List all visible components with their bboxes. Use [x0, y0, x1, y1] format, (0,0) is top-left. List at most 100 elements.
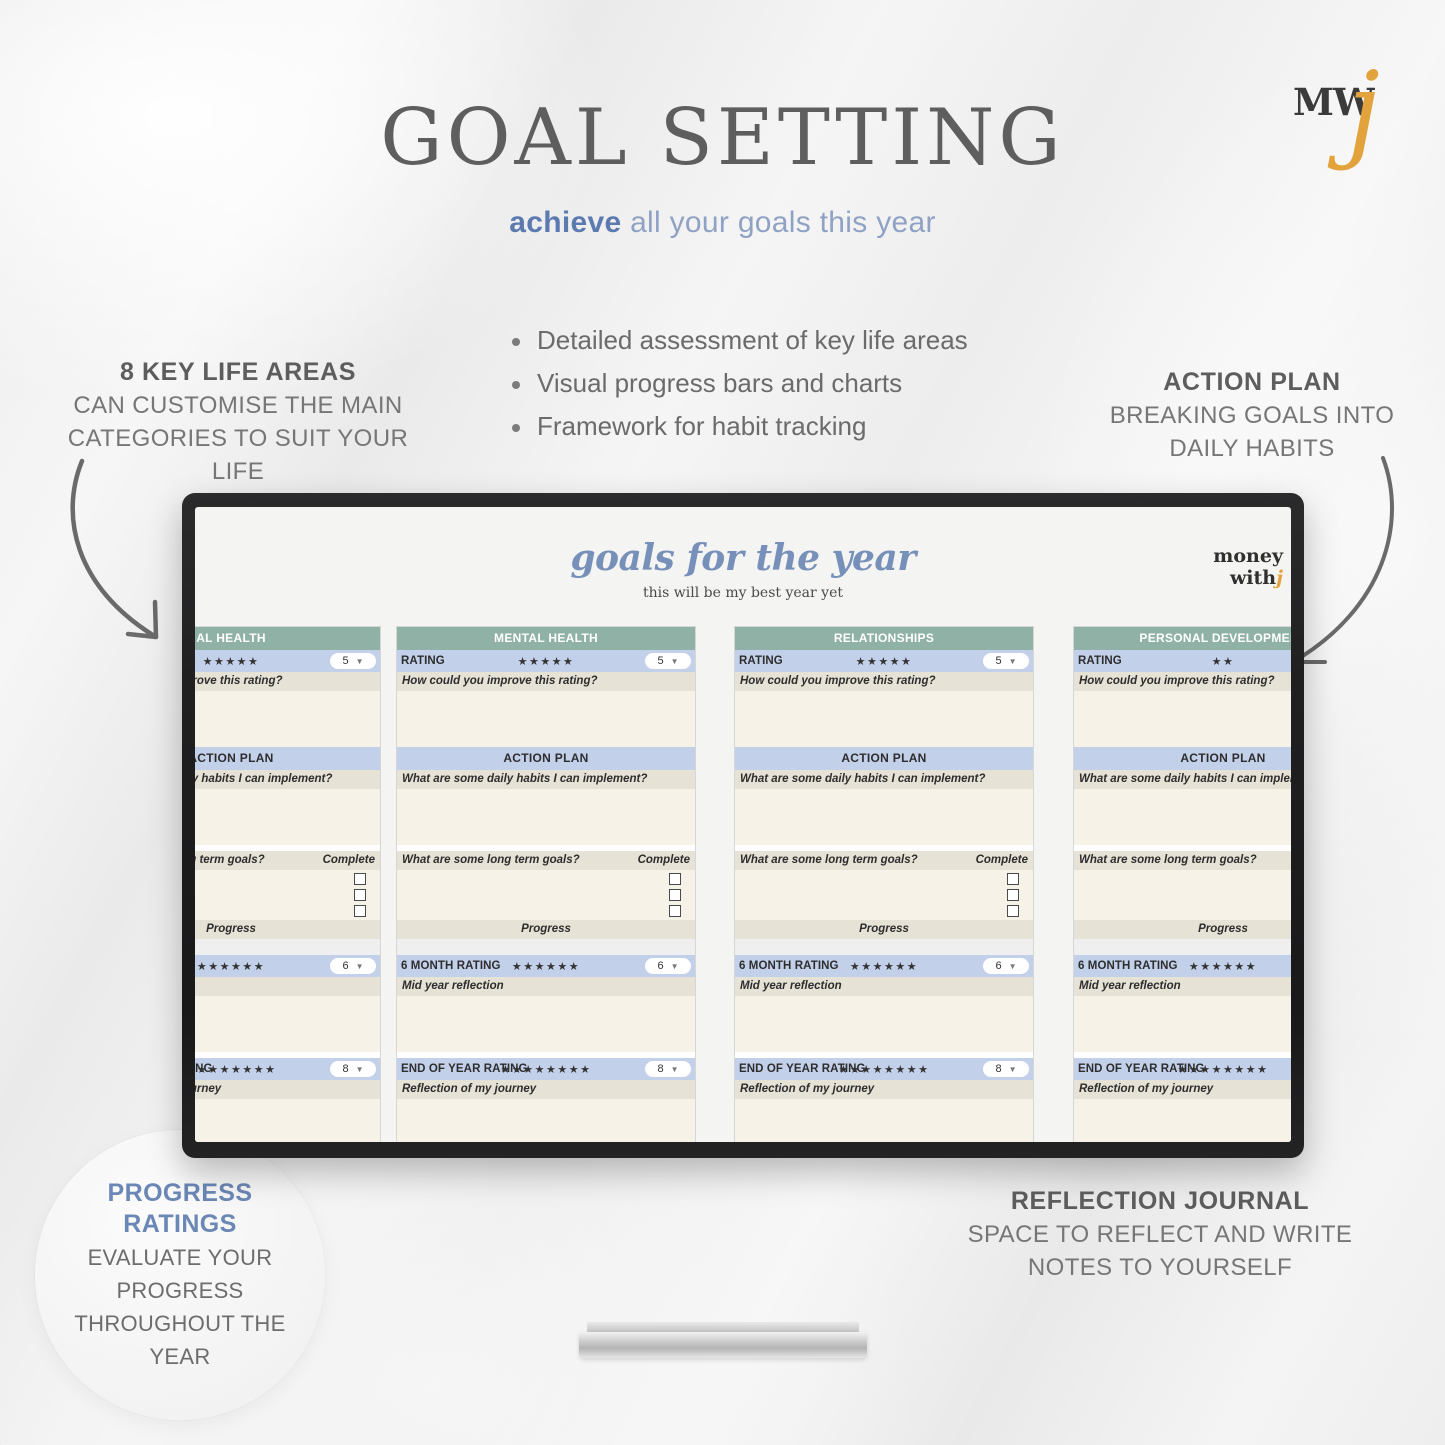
six-month-rating-row: 6 MONTH RATING★★★★★★6▼: [735, 955, 1033, 977]
rating-dropdown[interactable]: 8 ▼: [645, 1061, 691, 1077]
progress-bar: [1074, 939, 1291, 955]
rating-value: 5: [657, 655, 664, 667]
end-of-year-rating-stars: ★★★★★★★★: [1177, 1063, 1269, 1076]
end-of-year-rating-row: END OF YEAR RATING ★★★★★★★★: [1074, 1058, 1291, 1080]
progress-bar: [735, 939, 1033, 955]
rating-row: RATING ★★: [1074, 650, 1291, 672]
circle-body-line-4: YEAR: [149, 1344, 211, 1369]
rating-dropdown[interactable]: 6 ▼: [983, 958, 1029, 974]
six-month-rating-stars: ★★★★★★: [196, 960, 266, 973]
daily-habits-answer-area[interactable]: [397, 789, 695, 845]
mid-year-reflection-label: Mid year reflection: [397, 977, 695, 996]
circle-heading-line-2: RATINGS: [123, 1210, 237, 1238]
logo-script-j: j: [1347, 49, 1380, 172]
checkbox[interactable]: [669, 889, 681, 901]
daily-habits-answer-area[interactable]: [735, 789, 1033, 845]
circle-heading-line-1: PROGRESS: [107, 1179, 253, 1207]
six-month-rating-label: 6 MONTH RATING: [1078, 960, 1178, 972]
checkbox[interactable]: [669, 905, 681, 917]
goal-card: MENTAL HEALTH RATING ★★★★★ 5 ▼ How could you …: [396, 626, 696, 1142]
checkbox[interactable]: [669, 873, 681, 885]
rating-label: RATING: [739, 655, 783, 667]
journey-reflection-area[interactable]: [1074, 1099, 1291, 1142]
list-item: Visual progress bars and charts: [505, 367, 1105, 400]
monitor-stand-base: [578, 1332, 867, 1358]
improve-answer-area[interactable]: [1074, 691, 1291, 747]
long-term-goals-question: What are some long term goals?Complete: [397, 851, 695, 870]
monitor: goals for the year this will be my best …: [182, 493, 1304, 1158]
long-term-goals-question: What are some long term goals?Complete: [1074, 851, 1291, 870]
card-header: PERSONAL DEVELOPMENT: [1074, 627, 1291, 650]
annotation-line-1: CAN CUSTOMISE THE MAIN: [73, 392, 403, 419]
complete-column-header: Complete: [637, 854, 690, 866]
list-item: Framework for habit tracking: [505, 410, 1105, 443]
daily-habits-question: What are some daily habits I can impleme…: [195, 770, 380, 789]
mid-year-reflection-area[interactable]: [195, 996, 380, 1052]
rating-dropdown[interactable]: 8 ▼: [330, 1061, 376, 1077]
long-term-goals-area[interactable]: [735, 870, 1033, 920]
checkbox[interactable]: [1007, 873, 1019, 885]
six-month-rating-label: 6 MONTH RATING: [739, 960, 839, 972]
progress-label: Progress: [195, 920, 380, 939]
page-root: GOAL SETTING achieve all your goals this…: [0, 0, 1445, 1445]
improve-question: How could you improve this rating?: [195, 672, 380, 691]
six-month-rating-row: 6 MONTH RATING★★★★★★6▼: [195, 955, 380, 977]
annotation-line-2: NOTES TO YOURSELF: [1027, 1254, 1293, 1281]
end-of-year-rating-stars: ★★★★★★★★: [838, 1063, 930, 1076]
mid-year-reflection-area[interactable]: [735, 996, 1033, 1052]
annotation-progress-ratings: PROGRESS RATINGS EVALUATE YOUR PROGRESS …: [35, 1130, 325, 1420]
annotation-reflection-journal: REFLECTION JOURNAL SPACE TO REFLECT AND …: [960, 1184, 1360, 1284]
rating-dropdown[interactable]: 5 ▼: [330, 653, 376, 669]
improve-answer-area[interactable]: [735, 691, 1033, 747]
rating-dropdown[interactable]: 6 ▼: [330, 958, 376, 974]
goal-card: RELATIONSHIPS RATING ★★★★★ 5 ▼ How could you …: [734, 626, 1034, 1142]
daily-habits-question: What are some daily habits I can impleme…: [397, 770, 695, 789]
journey-reflection-area[interactable]: [195, 1099, 380, 1142]
checkbox[interactable]: [1007, 905, 1019, 917]
rating-dropdown[interactable]: 5 ▼: [645, 653, 691, 669]
complete-column-header: Complete: [975, 854, 1028, 866]
journey-reflection-area[interactable]: [397, 1099, 695, 1142]
long-term-goals-question: What are some long term goals?Complete: [195, 851, 380, 870]
long-term-goals-area[interactable]: [397, 870, 695, 920]
long-term-goals-area[interactable]: [1074, 870, 1291, 920]
mid-year-reflection-area[interactable]: [397, 996, 695, 1052]
rating-dropdown[interactable]: 8 ▼: [983, 1061, 1029, 1077]
long-term-goals-area[interactable]: [195, 870, 380, 920]
circle-body-line-2: PROGRESS: [116, 1278, 244, 1303]
annotation-heading: 8 KEY LIFE AREAS: [119, 358, 357, 386]
progress-label: Progress: [397, 920, 695, 939]
rating-dropdown[interactable]: 5 ▼: [983, 653, 1029, 669]
annotation-line-1: BREAKING GOALS INTO: [1109, 402, 1395, 429]
rating-dropdown[interactable]: 6 ▼: [645, 958, 691, 974]
end-of-year-rating-row: END OF YEAR RATING★★★★★★★★8▼: [195, 1058, 380, 1080]
list-item: Detailed assessment of key life areas: [505, 324, 1105, 357]
checkbox[interactable]: [354, 889, 366, 901]
checkbox[interactable]: [1007, 889, 1019, 901]
mid-year-reflection-area[interactable]: [1074, 996, 1291, 1052]
chevron-down-icon: ▼: [670, 656, 679, 666]
curved-arrow-left-icon: [70, 458, 159, 640]
brand-logo: MW j: [1285, 49, 1405, 172]
chevron-down-icon: ▼: [1008, 1064, 1017, 1074]
improve-answer-area[interactable]: [195, 691, 380, 747]
improve-question: How could you improve this rating?: [735, 672, 1033, 691]
rating-row: RATING★★★★★5▼: [397, 650, 695, 672]
checkbox[interactable]: [354, 873, 366, 885]
action-plan-header: ACTION PLAN: [397, 747, 695, 770]
daily-habits-answer-area[interactable]: [195, 789, 380, 845]
rating-stars: ★★★★★: [202, 655, 260, 668]
checkbox[interactable]: [354, 905, 366, 917]
progress-label: Progress: [1074, 920, 1291, 939]
rating-value: 8: [342, 1063, 349, 1075]
progress-bar: [195, 939, 380, 955]
journey-reflection-label: Reflection of my journey: [735, 1080, 1033, 1099]
annotation-heading: REFLECTION JOURNAL: [1010, 1187, 1310, 1215]
journey-reflection-area[interactable]: [735, 1099, 1033, 1142]
improve-answer-area[interactable]: [397, 691, 695, 747]
mid-year-reflection-label: Mid year reflection: [195, 977, 380, 996]
end-of-year-rating-stars: ★★★★★★★★: [500, 1063, 592, 1076]
progress-label: Progress: [735, 920, 1033, 939]
daily-habits-answer-area[interactable]: [1074, 789, 1291, 845]
subtitle-accent: achieve: [509, 206, 622, 239]
